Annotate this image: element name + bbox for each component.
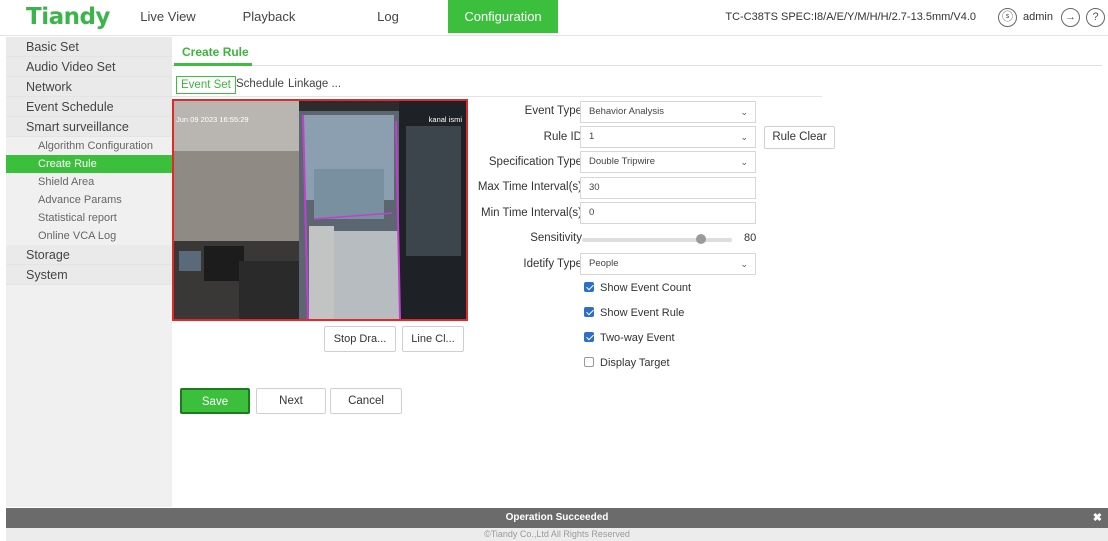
identify-type-label: Idetify Type [523,258,582,270]
sidebar-sub-online-vca-log[interactable]: Online VCA Log [6,227,172,245]
sidebar: Basic Set Audio Video Set Network Event … [6,37,172,507]
chevron-down-icon: ⌄ [740,157,748,167]
camera-scene [174,101,466,319]
sidebar-sub-advance-params[interactable]: Advance Params [6,191,172,209]
rule-id-value: 1 [589,131,595,142]
show-event-rule-label: Show Event Rule [600,307,685,319]
sidebar-sub-create-rule[interactable]: Create Rule [6,155,172,173]
identify-type-select[interactable]: People ⌄ [580,253,756,275]
sensitivity-value: 80 [744,232,757,244]
sidebar-item-system[interactable]: System [6,265,172,285]
rule-id-select[interactable]: 1 ⌄ [580,126,756,148]
sensitivity-slider[interactable] [582,238,732,242]
status-bar: Operation Succeeded ✖ [6,508,1108,528]
display-target-label: Display Target [600,357,670,369]
device-info: TC-C38TS SPEC:I8/A/E/Y/M/H/H/2.7-13.5mm/… [725,11,976,23]
min-interval-input[interactable]: 0 [580,202,756,224]
line-clear-button[interactable]: Line Cl... [402,326,464,352]
two-way-event-checkbox[interactable]: Two-way Event [584,332,675,344]
show-event-count-checkbox[interactable]: Show Event Count [584,282,691,294]
checkbox-checked-icon [584,307,594,317]
status-message: Operation Succeeded [505,512,609,523]
event-type-value: Behavior Analysis [589,106,664,117]
sidebar-item-smart-surveillance[interactable]: Smart surveillance [6,117,172,137]
logout-icon[interactable]: → [1061,8,1080,27]
event-type-label: Event Type [524,105,582,117]
tiandy-logo: Tiandy [26,4,110,30]
video-timestamp: Jun 09 2023 16:55:29 [176,115,249,124]
chevron-down-icon: ⌄ [740,259,748,269]
top-bar: Tiandy Live View Playback Log Configurat… [0,0,1108,36]
event-type-select[interactable]: Behavior Analysis ⌄ [580,101,756,123]
max-interval-label: Max Time Interval(s) [477,181,582,193]
sidebar-sub-shield-area[interactable]: Shield Area [6,173,172,191]
sidebar-sub-algorithm-configuration[interactable]: Algorithm Configuration [6,137,172,155]
identify-type-value: People [589,258,619,269]
cancel-button[interactable]: Cancel [330,388,402,414]
close-icon[interactable]: ✖ [1093,508,1102,528]
page-tab-indicator [174,63,252,66]
subtab-schedule[interactable]: Schedule [232,76,288,94]
stop-draw-button[interactable]: Stop Dra... [324,326,396,352]
sidebar-item-network[interactable]: Network [6,77,172,97]
next-button[interactable]: Next [256,388,326,414]
main-panel: Create Rule Event Set Schedule Linkage .… [172,37,1102,507]
subtab-divider [172,96,822,97]
rule-id-label: Rule ID [543,131,582,143]
save-button[interactable]: Save [180,388,250,414]
sidebar-sub-statistical-report[interactable]: Statistical report [6,209,172,227]
sensitivity-label: Sensitivity [530,232,582,244]
video-channel-name: kanal ismi [428,115,462,124]
max-interval-input[interactable]: 30 [580,177,756,199]
min-interval-label: Min Time Interval(s) [481,207,582,219]
sidebar-item-storage[interactable]: Storage [6,245,172,265]
spec-type-label: Specification Type [488,156,582,168]
show-event-count-label: Show Event Count [600,282,692,294]
sidebar-item-event-schedule[interactable]: Event Schedule [6,97,172,117]
show-event-rule-checkbox[interactable]: Show Event Rule [584,307,684,319]
tab-configuration[interactable]: Configuration [448,0,558,33]
tab-log[interactable]: Log [368,0,408,33]
rule-clear-button[interactable]: Rule Clear [764,126,835,149]
page-tab-create-rule[interactable]: Create Rule [182,45,249,59]
chevron-down-icon: ⌄ [740,132,748,142]
sensitivity-slider-handle[interactable] [696,234,706,244]
sidebar-item-audio-video-set[interactable]: Audio Video Set [6,57,172,77]
sidebar-item-basic-set[interactable]: Basic Set [6,37,172,57]
video-preview[interactable]: Jun 09 2023 16:55:29 kanal ismi [172,99,468,321]
footer-copyright: ©Tiandy Co.,Ltd All Rights Reserved [6,528,1108,541]
checkbox-checked-icon [584,282,594,292]
checkbox-unchecked-icon [584,357,594,367]
display-target-checkbox[interactable]: Display Target [584,357,670,369]
subtab-event-set[interactable]: Event Set [176,76,236,94]
language-icon[interactable]: ⓢ [998,8,1017,27]
subtab-linkage[interactable]: Linkage ... [284,76,345,94]
two-way-event-label: Two-way Event [600,332,675,344]
tab-live-view[interactable]: Live View [138,0,198,33]
spec-type-select[interactable]: Double Tripwire ⌄ [580,151,756,173]
help-icon[interactable]: ? [1086,8,1105,27]
username: admin [1023,11,1053,23]
checkbox-checked-icon [584,332,594,342]
spec-type-value: Double Tripwire [589,156,655,167]
tab-playback[interactable]: Playback [232,0,306,33]
chevron-down-icon: ⌄ [740,107,748,117]
page-tab-divider [172,65,1102,66]
